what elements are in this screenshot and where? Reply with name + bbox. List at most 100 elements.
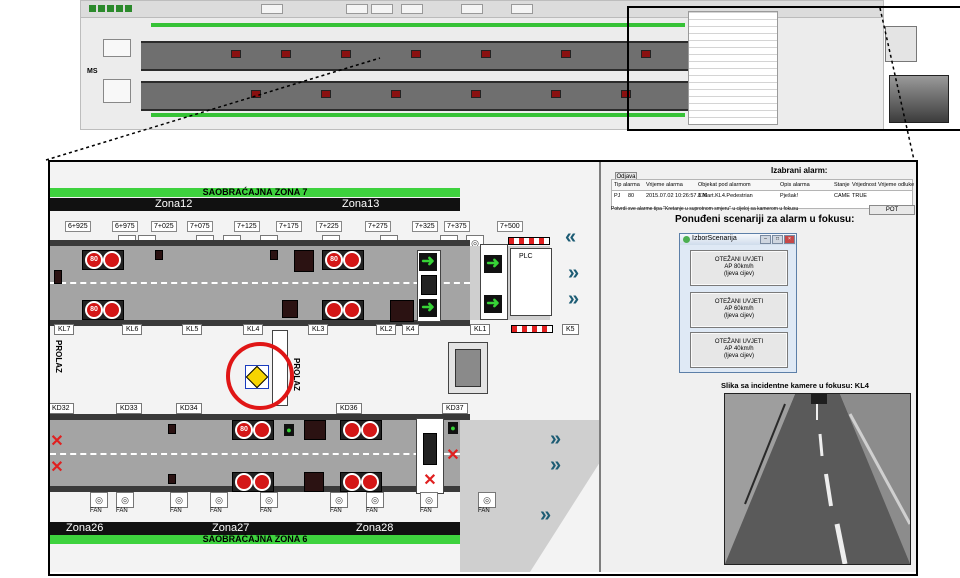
- portal-panel: ➜ ➜: [480, 244, 508, 320]
- kd-label[interactable]: KD33: [116, 403, 142, 414]
- kl-label[interactable]: KL3: [308, 324, 329, 335]
- column-header[interactable]: Objekat pod alarmom: [698, 182, 751, 188]
- camera-icon[interactable]: ◎: [420, 492, 438, 508]
- speed-limit-sign: 80: [85, 301, 103, 319]
- table-cell: TRUE: [852, 193, 867, 199]
- camera-icon[interactable]: ◎: [116, 492, 134, 508]
- camera-icon[interactable]: ◎: [210, 492, 228, 508]
- column-header[interactable]: Opis alarma: [780, 182, 810, 188]
- kl-label[interactable]: KL5: [182, 324, 203, 335]
- selected-alarm-title: Izabrani alarm:: [771, 166, 828, 175]
- overview-toolbar-button[interactable]: [371, 4, 393, 14]
- overview-toolbar-button[interactable]: [261, 4, 283, 14]
- portal-panel: ➜ ➜: [417, 250, 441, 322]
- barrier-gate[interactable]: [511, 325, 553, 333]
- traffic-zone-7-bar: SAOBRAĆAJNA ZONA 7: [50, 188, 460, 197]
- camera-icon[interactable]: ◎: [170, 492, 188, 508]
- scenario-line: AP 80km/h: [724, 264, 754, 270]
- fan-label: FAN: [90, 508, 102, 514]
- overview-toolbar-button[interactable]: [461, 4, 483, 14]
- overview-tunnel-lower: [141, 81, 701, 111]
- overview-signal: [251, 90, 261, 98]
- table-cell: 80: [628, 193, 635, 199]
- chevron-right-icon: »: [540, 504, 552, 526]
- no-entry-icon: [343, 301, 361, 319]
- kl-label[interactable]: KL2: [376, 324, 397, 335]
- overview-toolbar-button[interactable]: [346, 4, 368, 14]
- message-sign: [294, 250, 314, 272]
- incident-camera-image[interactable]: [724, 393, 911, 565]
- portal-signal: [423, 433, 437, 465]
- chevron-right-icon: »: [568, 262, 580, 284]
- camera-icon[interactable]: ◎: [478, 492, 496, 508]
- alarm-table-row[interactable]: PJ 80 2015.07.02 10:26:57.876 1.Mart.KL4…: [612, 191, 912, 201]
- scenario-button-60[interactable]: OTEŽANI UVJETI AP 60km/h (ljeva cijev): [690, 292, 788, 328]
- lane-marking: [50, 282, 470, 284]
- sensor: [155, 250, 163, 260]
- overview-status-indicator: [98, 5, 105, 12]
- scenario-line: (ljeva cijev): [723, 271, 754, 277]
- column-header[interactable]: Vrijeme alarma: [646, 182, 683, 188]
- table-cell: Pješak!: [780, 193, 799, 199]
- lane-closed-icon: ✕: [423, 472, 437, 489]
- overview-status-indicator: [125, 5, 132, 12]
- overview-toolbar-button[interactable]: [511, 4, 533, 14]
- camera-scene: [725, 394, 910, 564]
- window-titlebar[interactable]: IzborScenarija – □ ×: [680, 234, 796, 245]
- km-marker: 7+175: [276, 221, 302, 232]
- kd-label[interactable]: KD36: [336, 403, 362, 414]
- emergency-station[interactable]: [448, 342, 488, 394]
- lane-signal: [322, 300, 364, 320]
- no-entry-icon: [361, 421, 379, 439]
- no-entry-icon: [253, 473, 271, 491]
- lane-signal: 80: [82, 300, 124, 320]
- km-marker: 7+375: [444, 221, 470, 232]
- no-entry-icon: [325, 301, 343, 319]
- overview-signal: [391, 90, 401, 98]
- confirm-button[interactable]: POT: [869, 205, 915, 215]
- chevron-right-icon: »: [568, 288, 580, 310]
- kl-label-focused[interactable]: KL4: [243, 324, 264, 335]
- green-signal-icon: ●: [448, 422, 458, 434]
- camera-title: Slika sa incidentne kamere u fokusu: KL4: [721, 381, 869, 390]
- kl-label[interactable]: KL1: [470, 324, 491, 335]
- close-icon[interactable]: ×: [784, 235, 795, 244]
- overview-zoom-region: [627, 6, 960, 131]
- scenario-button-80[interactable]: OTEŽANI UVJETI AP 80km/h (ljeva cijev): [690, 250, 788, 286]
- sensor: [168, 474, 176, 484]
- barrier-gate[interactable]: [508, 237, 550, 245]
- maximize-icon[interactable]: □: [772, 235, 783, 244]
- overview-signal: [551, 90, 561, 98]
- column-header[interactable]: Vrijednost: [852, 182, 876, 188]
- minimize-icon[interactable]: –: [760, 235, 771, 244]
- scenario-button-40[interactable]: OTEŽANI UVJETI AP 40km/h (ljeva cijev): [690, 332, 788, 368]
- traffic-zone-6-bar: SAOBRAĆAJNA ZONA 6: [50, 535, 460, 544]
- camera-icon[interactable]: ◎: [366, 492, 384, 508]
- kl-label[interactable]: KL6: [122, 324, 143, 335]
- sensor: [54, 270, 62, 284]
- green-signal-icon: ●: [284, 424, 294, 436]
- column-header[interactable]: Vrijeme odluke: [878, 182, 914, 188]
- kd-label[interactable]: KD34: [176, 403, 202, 414]
- camera-icon[interactable]: ◎: [260, 492, 278, 508]
- column-header[interactable]: Tip alarma: [614, 182, 640, 188]
- kl-label[interactable]: K5: [562, 324, 579, 335]
- column-header[interactable]: Stanje: [834, 182, 850, 188]
- portal-panel: ✕: [416, 418, 444, 494]
- camera-icon[interactable]: ◎: [330, 492, 348, 508]
- exit-ramp: [460, 420, 599, 572]
- kl-label[interactable]: K4: [402, 324, 419, 335]
- fan-label: FAN: [170, 508, 182, 514]
- plc-cabinet[interactable]: PLC: [510, 248, 552, 316]
- fan-label: FAN: [420, 508, 432, 514]
- no-entry-icon: [343, 251, 361, 269]
- kl-label[interactable]: KL7: [54, 324, 75, 335]
- plc-label: PLC: [519, 253, 533, 260]
- camera-icon[interactable]: ◎: [90, 492, 108, 508]
- overview-screenshot: MS: [80, 0, 960, 131]
- scenario-line: OTEŽANI UVJETI: [714, 257, 764, 263]
- highlight-ring: [226, 342, 294, 410]
- overview-toolbar-button[interactable]: [401, 4, 423, 14]
- message-sign: [282, 300, 298, 318]
- kd-label[interactable]: KD32: [50, 403, 74, 414]
